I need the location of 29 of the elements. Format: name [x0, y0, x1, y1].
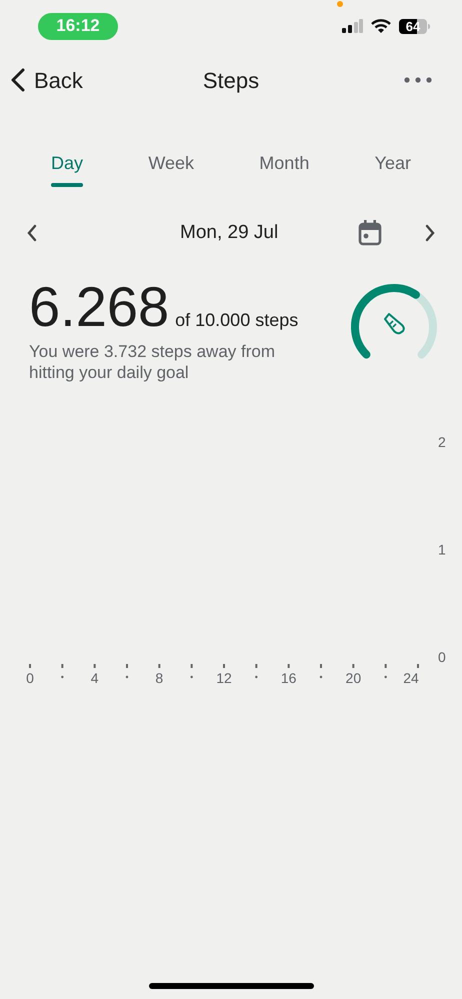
x-axis-label: 4 [90, 670, 99, 686]
calendar-icon[interactable] [358, 220, 382, 246]
x-axis-label: 24 [403, 670, 419, 686]
date-label: Mon, 29 Jul [180, 222, 278, 243]
page-title: Steps [202, 68, 260, 92]
step-goal: of 10.000 steps [175, 309, 298, 332]
x-axis-label: 8 [155, 670, 164, 686]
more-icon[interactable] [404, 77, 432, 83]
y-axis-label: 0 [438, 649, 446, 665]
signal-icon [341, 19, 363, 33]
previous-icon[interactable] [26, 224, 38, 242]
x-axis-label: 16 [280, 670, 296, 686]
x-axis-label: 20 [346, 670, 362, 686]
goal-message: You were 3.732 steps away from hitting your daily goal [29, 341, 276, 383]
back-chevron-icon [10, 68, 26, 92]
tab[interactable]: Week [148, 150, 194, 187]
next-icon[interactable] [424, 224, 436, 242]
step-count: 6.268 [29, 275, 170, 339]
status-time: 16:12 [38, 12, 118, 40]
x-axis-label: 12 [216, 670, 232, 686]
tab[interactable]: Year [374, 150, 411, 187]
shoe-icon [384, 313, 405, 334]
x-axis-label: 0 [26, 670, 34, 686]
tab[interactable]: Month [259, 150, 310, 187]
y-axis-label: 1 [438, 542, 446, 558]
wifi-icon [371, 18, 391, 34]
y-axis-label: 2 [438, 434, 446, 450]
tab[interactable]: Day [51, 150, 84, 187]
back-button[interactable]: Back [10, 64, 83, 96]
